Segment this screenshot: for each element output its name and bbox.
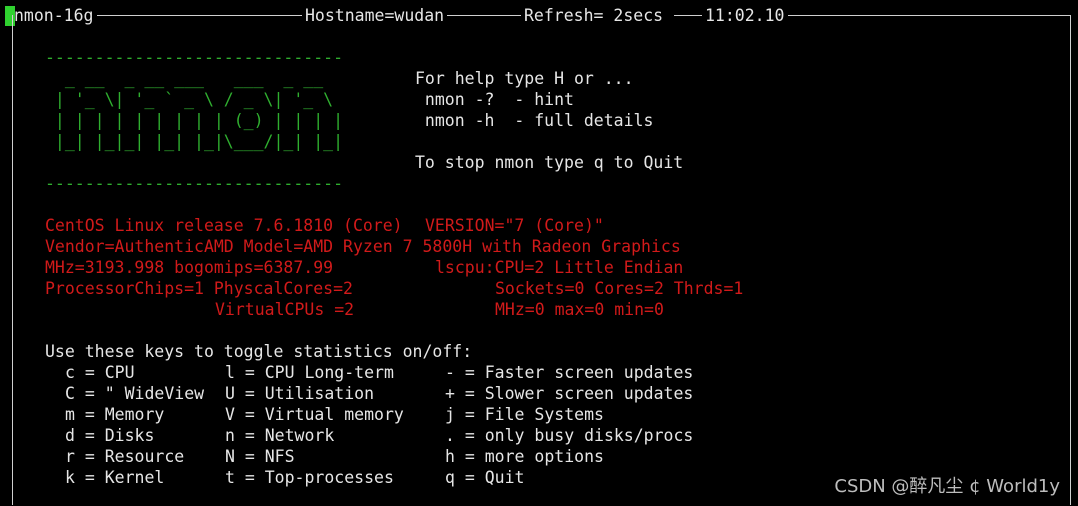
logo-art-line-1: _ __ _ __ ___ ___ _ __ (45, 69, 344, 88)
os-release: CentOS Linux release 7.6.1810 (Core) (45, 216, 403, 235)
frame-top-segment-4 (788, 15, 1070, 16)
frame-right-border (1070, 15, 1071, 505)
frame-left-border (12, 15, 13, 505)
key-file-systems: j = File Systems (445, 405, 604, 424)
cpu-mhz-bogomips: MHz=3193.998 bogomips=6387.99 (45, 258, 334, 277)
help-line-2: nmon -? - hint (415, 90, 574, 109)
key-busy-disks: . = only busy disks/procs (445, 426, 694, 445)
mhz-range: MHz=0 max=0 min=0 (495, 300, 664, 319)
logo-dash-bottom: ------------------------------ (45, 174, 344, 193)
lscpu-info: lscpu:CPU=2 Little Endian (435, 258, 684, 277)
logo-art-line-2: | '_ \| '_ ` _ \ / _ \| '_ \ (45, 90, 344, 109)
key-wideview: C = " WideView (65, 384, 205, 403)
key-slower-updates: + = Slower screen updates (445, 384, 694, 403)
help-line-4: To stop nmon type q to Quit (415, 153, 684, 172)
key-top-processes: t = Top-processes (225, 468, 394, 487)
logo-art-line-4: |_| |_|_| |_| |_|\___/|_| |_| (45, 132, 344, 151)
processor-chips: ProcessorChips=1 PhyscalCores=2 (45, 279, 353, 298)
refresh-label: Refresh= 2secs (524, 6, 664, 25)
key-kernel: k = Kernel (65, 468, 165, 487)
key-cpu-long-term: l = CPU Long-term (225, 363, 394, 382)
frame-top-segment-2 (447, 15, 521, 16)
help-line-3: nmon -h - full details (415, 111, 654, 130)
key-disks: d = Disks (65, 426, 155, 445)
key-virtual-memory: V = Virtual memory (225, 405, 404, 424)
virtual-cpus: VirtualCPUs =2 (215, 300, 355, 319)
key-resource: r = Resource (65, 447, 185, 466)
app-title: nmon-16g (14, 6, 94, 25)
key-faster-updates: - = Faster screen updates (445, 363, 694, 382)
help-line-1: For help type H or ... (415, 69, 634, 88)
key-quit: q = Quit (445, 468, 525, 487)
logo-dash-top: ------------------------------ (45, 48, 344, 67)
hostname-label: Hostname=wudan (305, 6, 445, 25)
keys-title: Use these keys to toggle statistics on/o… (45, 342, 473, 361)
key-cpu: c = CPU (65, 363, 135, 382)
cpu-vendor-model: Vendor=AuthenticAMD Model=AMD Ryzen 7 58… (45, 237, 681, 256)
key-utilisation: U = Utilisation (225, 384, 375, 403)
key-nfs: N = NFS (225, 447, 295, 466)
key-network: n = Network (225, 426, 335, 445)
frame-top-segment-1 (97, 15, 302, 16)
clock: 11:02.10 (705, 6, 785, 25)
csdn-watermark: CSDN @醉凡尘 ¢ World1y (834, 476, 1060, 497)
sockets-cores: Sockets=0 Cores=2 Thrds=1 (495, 279, 744, 298)
logo-art-line-3: | | | | | | | | | (_) | | | | (45, 111, 344, 130)
key-memory: m = Memory (65, 405, 165, 424)
os-version: VERSION="7 (Core)" (425, 216, 604, 235)
frame-top-segment-3 (674, 15, 702, 16)
key-more-options: h = more options (445, 447, 604, 466)
